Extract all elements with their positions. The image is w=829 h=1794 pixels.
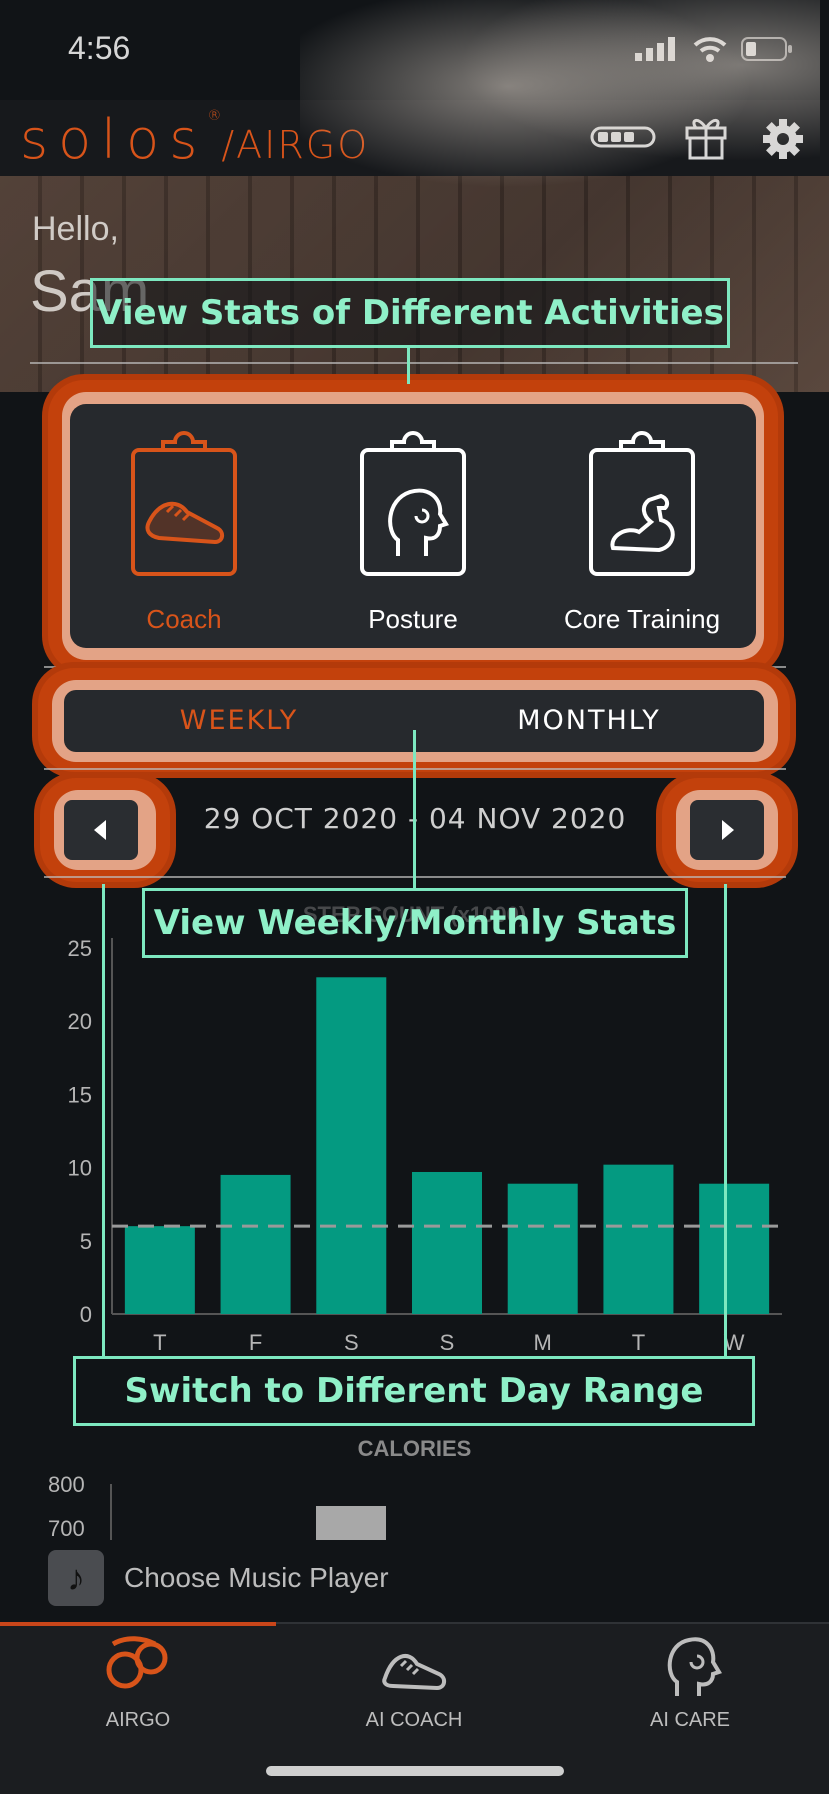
chart-bar	[603, 1164, 674, 1314]
y-tick-label: 0	[80, 1302, 92, 1327]
step-count-chart: 0510152025T F S S M T W	[68, 936, 782, 1355]
nav-item-airgo[interactable]: AIRGO	[0, 1634, 276, 1732]
divider	[30, 362, 798, 364]
y-tick-label: 5	[80, 1229, 92, 1254]
y-tick-label: 15	[68, 1082, 92, 1107]
head-clipboard-icon	[360, 431, 466, 576]
caret-right-icon	[722, 820, 734, 840]
callout-range: Switch to Different Day Range	[73, 1356, 755, 1426]
shoe-icon	[382, 1653, 446, 1691]
airgo-logo-icon	[106, 1636, 168, 1689]
activity-label-posture: Posture	[368, 604, 458, 634]
chart-bar	[699, 1183, 770, 1314]
logo-registered: ®	[207, 108, 222, 124]
nav-active-indicator	[0, 1622, 276, 1626]
nav-label-ai-care: AI CARE	[649, 1709, 731, 1731]
hero-photo	[300, 0, 820, 216]
home-indicator	[266, 1766, 564, 1776]
activity-selector: Coach Posture Core Training	[70, 404, 756, 648]
x-tick-label: S	[440, 1330, 455, 1355]
activity-label-coach: Coach	[146, 604, 222, 634]
chart-bar	[507, 1183, 578, 1314]
nav-label-ai-coach: AI COACH	[365, 1709, 463, 1731]
head-icon	[667, 1637, 722, 1696]
next-range-button[interactable]	[690, 800, 764, 860]
tab-monthly[interactable]: MONTHLY	[414, 690, 764, 752]
music-label: Choose Music Player	[124, 1562, 389, 1593]
x-tick-label: T	[632, 1330, 645, 1355]
nav-label-airgo: AIRGO	[105, 1709, 171, 1731]
calories-title: CALORIES	[357, 1436, 472, 1461]
activity-label-core-training: Core Training	[563, 604, 721, 634]
activity-tab-core-training[interactable]: Core Training	[528, 404, 756, 648]
shoe-clipboard-icon	[131, 431, 237, 576]
nav-item-ai-coach[interactable]: AI COACH	[276, 1634, 552, 1732]
logo-main: solos	[20, 108, 208, 171]
x-tick-label: M	[534, 1330, 552, 1355]
callout-connector	[407, 346, 410, 384]
prev-range-button[interactable]	[64, 800, 138, 860]
calories-tick: 700	[48, 1516, 85, 1541]
callout-period: View Weekly/Monthly Stats	[142, 888, 688, 958]
tab-weekly[interactable]: WEEKLY	[64, 690, 414, 752]
greeting-hello: Hello,	[32, 210, 119, 248]
caret-left-icon	[94, 820, 106, 840]
chart-bar	[316, 977, 387, 1314]
music-note-icon: ♪	[48, 1550, 104, 1606]
calories-tick: 800	[48, 1472, 85, 1497]
chart-bar	[124, 1226, 195, 1314]
callout-connector	[102, 884, 105, 1356]
calories-bar	[316, 1506, 386, 1540]
activity-tab-posture[interactable]: Posture	[299, 404, 527, 648]
y-tick-label: 20	[68, 1009, 92, 1034]
x-tick-label: T	[153, 1330, 166, 1355]
nav-item-ai-care[interactable]: AI CARE	[552, 1634, 828, 1732]
y-tick-label: 25	[68, 936, 92, 961]
chart-bar	[412, 1171, 482, 1314]
activity-tab-coach[interactable]: Coach	[70, 404, 298, 648]
status-time: 4:56	[68, 30, 131, 66]
x-tick-label: F	[249, 1330, 262, 1355]
callout-connector	[724, 884, 727, 1356]
callout-connector	[413, 730, 416, 888]
chart-bar	[220, 1174, 291, 1314]
muscle-clipboard-icon	[589, 431, 695, 576]
calories-axis	[110, 1484, 112, 1540]
callout-activities: View Stats of Different Activities	[90, 278, 730, 348]
y-tick-label: 10	[68, 1156, 92, 1181]
x-tick-label: S	[344, 1330, 359, 1355]
